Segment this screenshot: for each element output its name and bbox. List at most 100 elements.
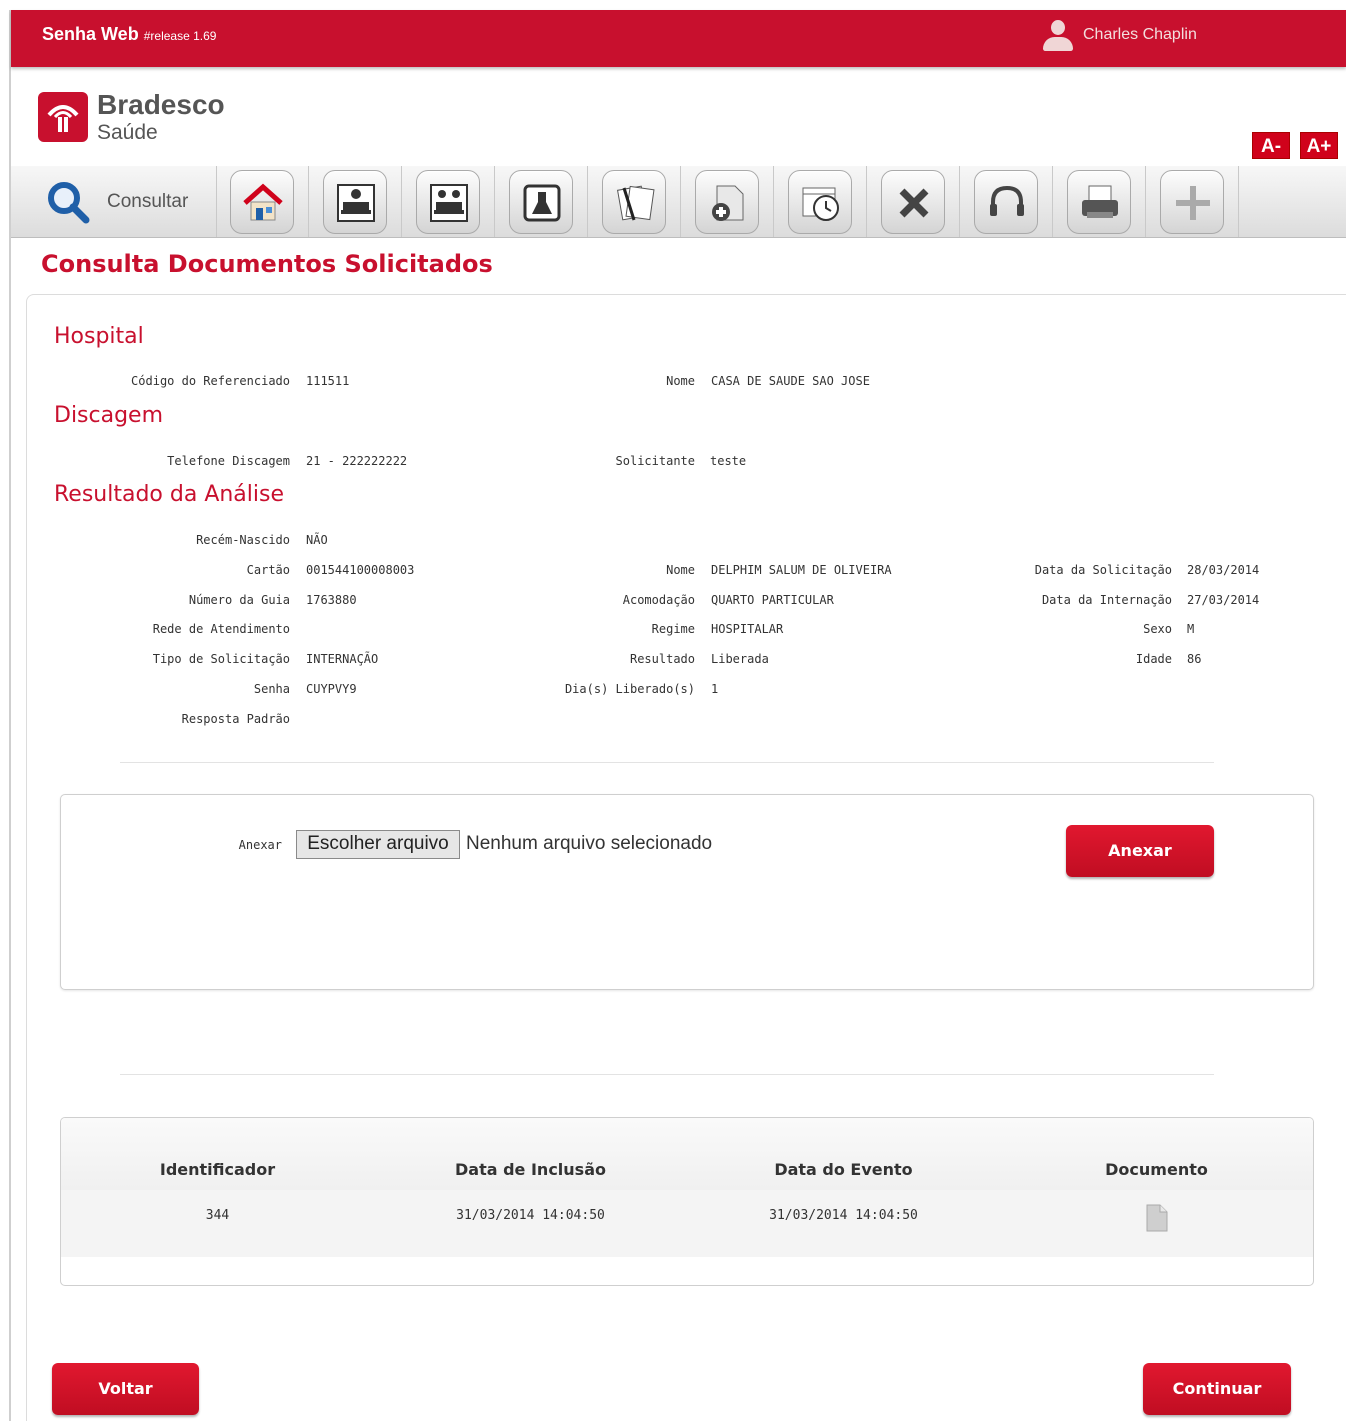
senha-value: CUYPVY9 <box>306 682 357 696</box>
consultar-button[interactable]: Consultar <box>11 166 217 237</box>
resultado-label: Resultado <box>629 652 695 666</box>
page-title: Consulta Documentos Solicitados <box>41 250 493 278</box>
section-hospital: Hospital <box>54 324 144 349</box>
cell-identificador: 344 <box>205 1208 230 1223</box>
logo-subtitle: Saúde <box>97 121 158 144</box>
user-menu[interactable]: Charles Chaplin <box>1041 18 1197 52</box>
toolbar-home-button[interactable] <box>216 166 309 237</box>
patients-bed-icon <box>430 184 468 222</box>
hospital-nome-label: Nome <box>666 374 695 388</box>
logo-title: Bradesco <box>97 89 225 120</box>
font-decrease-button[interactable]: A- <box>1252 132 1290 159</box>
header-documento: Documento <box>1105 1160 1208 1179</box>
toolbar-print-button[interactable] <box>1053 166 1146 237</box>
toolbar-documents-button[interactable] <box>588 166 681 237</box>
data-solicitacao-label: Data da Solicitação <box>1034 563 1172 577</box>
cartao-value: 001544100008003 <box>306 563 415 577</box>
regime-value: HOSPITALAR <box>711 622 784 636</box>
data-internacao-label: Data da Internação <box>1041 593 1172 607</box>
rede-label: Rede de Atendimento <box>152 622 290 636</box>
recem-value: NÃO <box>306 533 328 547</box>
cell-data-inclusao: 31/03/2014 14:04:50 <box>456 1208 605 1223</box>
header-identificador: Identificador <box>159 1160 276 1179</box>
table-row: 344 31/03/2014 14:04:50 31/03/2014 14:04… <box>61 1190 1313 1257</box>
toolbar-add-button[interactable] <box>1146 166 1239 237</box>
calendar-clock-icon <box>802 187 839 221</box>
tipo-label: Tipo de Solicitação <box>152 652 290 666</box>
data-internacao-value: 27/03/2014 <box>1187 593 1260 607</box>
beneficiario-nome-value: DELPHIM SALUM DE OLIVEIRA <box>711 563 892 577</box>
toolbar-lab-button[interactable] <box>495 166 588 237</box>
headset-icon <box>990 185 1024 216</box>
documents-table: Identificador Data de Inclusão Data do E… <box>60 1117 1314 1286</box>
top-bar: Senha Web #release 1.69 Charles Chaplin <box>11 10 1346 67</box>
app-name: Senha Web <box>42 24 139 44</box>
resposta-label: Resposta Padrão <box>181 712 290 726</box>
attach-panel <box>60 794 1314 990</box>
beneficiario-nome-label: Nome <box>666 563 695 577</box>
telefone-value: 21 - 222222222 <box>306 454 408 468</box>
tipo-value: INTERNAÇÃO <box>306 652 379 666</box>
toolbar-support-button[interactable] <box>960 166 1053 237</box>
table-header: Identificador Data de Inclusão Data do E… <box>61 1118 1313 1191</box>
resultado-value: Liberada <box>711 652 769 666</box>
toolbar-calendar-button[interactable] <box>774 166 867 237</box>
recem-label: Recém-Nascido <box>196 533 290 547</box>
hospital-nome-value: CASA DE SAUDE SAO JOSE <box>711 374 870 388</box>
home-icon <box>243 183 283 221</box>
guia-value: 1763880 <box>306 593 357 607</box>
toolbar-patients-button[interactable] <box>402 166 495 237</box>
bradesco-logo-icon <box>38 92 88 142</box>
anexar-label: Anexar <box>238 838 282 852</box>
guia-label: Número da Guia <box>188 593 290 607</box>
lab-flask-icon <box>523 184 561 222</box>
app-brand: Senha Web #release 1.69 <box>42 24 216 45</box>
divider <box>120 762 1214 763</box>
document-add-icon <box>712 185 744 221</box>
section-resultado: Resultado da Análise <box>54 482 285 507</box>
continuar-button[interactable]: Continuar <box>1143 1363 1291 1415</box>
search-icon <box>45 179 91 225</box>
user-name: Charles Chaplin <box>1083 26 1197 43</box>
acomodacao-label: Acomodação <box>622 593 695 607</box>
choose-file-button[interactable]: Escolher arquivo <box>296 830 460 859</box>
senha-label: Senha <box>253 682 290 696</box>
telefone-label: Telefone Discagem <box>167 454 290 468</box>
consultar-label: Consultar <box>107 190 189 212</box>
cell-documento[interactable] <box>1000 1204 1313 1236</box>
release-version: #release 1.69 <box>143 29 217 43</box>
cartao-label: Cartão <box>246 563 290 577</box>
toolbar-patient-button[interactable] <box>309 166 402 237</box>
cell-data-evento: 31/03/2014 14:04:50 <box>769 1208 918 1223</box>
header-data-inclusao: Data de Inclusão <box>455 1160 606 1179</box>
logo-area: Bradesco Saúde A- A+ <box>11 67 1346 167</box>
header-data-evento: Data do Evento <box>774 1160 913 1179</box>
file-status-text: Nenhum arquivo selecionado <box>466 833 713 854</box>
printer-icon <box>1082 185 1118 218</box>
acomodacao-value: QUARTO PARTICULAR <box>711 593 834 607</box>
toolbar-close-button[interactable] <box>867 166 960 237</box>
toolbar: Consultar <box>11 166 1346 238</box>
regime-label: Regime <box>651 622 695 636</box>
sexo-value: M <box>1187 622 1195 636</box>
patient-bed-icon <box>337 184 375 222</box>
solicitante-value: teste <box>710 454 747 468</box>
user-icon <box>1041 18 1075 52</box>
sexo-label: Sexo <box>1143 622 1172 636</box>
solicitante-label: Solicitante <box>615 454 695 468</box>
close-x-icon <box>899 188 929 218</box>
idade-value: 86 <box>1187 652 1202 666</box>
divider <box>120 1074 1214 1075</box>
section-discagem: Discagem <box>54 403 164 428</box>
codigo-value: 111511 <box>306 374 350 388</box>
dias-label: Dia(s) Liberado(s) <box>564 682 695 696</box>
voltar-button[interactable]: Voltar <box>52 1363 199 1415</box>
document-file-icon[interactable] <box>1145 1204 1169 1232</box>
documents-pen-icon <box>616 185 655 221</box>
toolbar-add-document-button[interactable] <box>681 166 774 237</box>
codigo-label: Código do Referenciado <box>131 374 290 388</box>
data-solicitacao-value: 28/03/2014 <box>1187 563 1260 577</box>
font-increase-button[interactable]: A+ <box>1300 132 1338 159</box>
anexar-button[interactable]: Anexar <box>1066 825 1214 877</box>
idade-label: Idade <box>1135 652 1172 666</box>
